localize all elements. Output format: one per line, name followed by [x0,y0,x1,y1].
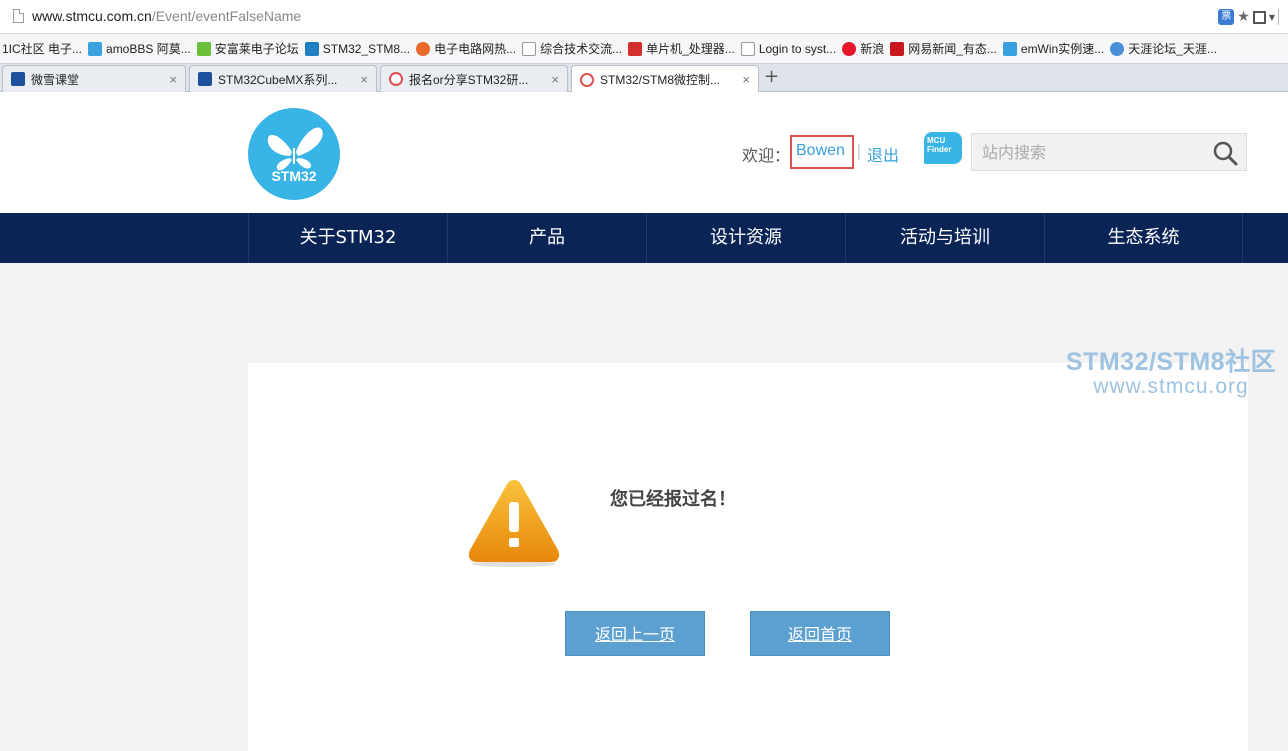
close-icon[interactable]: × [169,72,177,87]
bookmark-label: 电子电路网热... [434,42,517,56]
nav-item-events[interactable]: 活动与培训 [845,213,1044,263]
butterfly-icon [267,127,323,171]
bookmark-label: 新浪 [860,42,885,56]
bookmark-item[interactable]: emWin实例速... [1002,40,1105,57]
st-icon [304,41,319,56]
browser-tab-active[interactable]: STM32/STM8微控制... × [571,65,759,93]
search-box [971,133,1247,171]
close-icon[interactable]: × [551,72,559,87]
leaf-icon [196,41,211,56]
qr-code-icon[interactable] [1252,10,1266,24]
bookmarks-bar: 1IC社区 电子... amoBBS 阿莫... 安富莱电子论坛 STM32_S… [0,34,1288,64]
logo-text: STM32 [271,168,317,184]
mcu-finder-icon[interactable]: MCU Finder [924,132,962,164]
ee-icon [628,41,643,56]
tab-title: 微雪课堂 [31,72,80,87]
mcu-finder-line2: Finder [927,145,952,154]
browser-tab[interactable]: STM32CubeMX系列... × [189,65,377,92]
site-header: STM32 欢迎： Bowen | 退出 MCU Finder [0,92,1288,213]
welcome-label: 欢迎： [742,146,791,165]
tab-strip: 微雪课堂 × STM32CubeMX系列... × 报名or分享STM32研..… [0,64,1288,93]
back-button[interactable]: 返回上一页 [565,611,705,656]
amo-icon [88,41,103,56]
url-host: www.stmcu.com.cn [32,8,152,24]
waveshare-icon [198,72,212,86]
bookmark-label: emWin实例速... [1020,42,1105,56]
circuit-icon [416,41,431,56]
netease-icon [890,41,905,56]
bookmark-item[interactable]: 网易新闻_有态... [890,40,997,57]
username-link[interactable]: Bowen [796,142,845,160]
toolbar-divider [1278,9,1288,25]
bookmark-label: 安富莱电子论坛 [214,42,299,56]
bookmark-item[interactable]: STM32_STM8... [304,41,411,56]
nav-item-design-resources[interactable]: 设计资源 [646,213,845,263]
url-path: /Event/eventFalseName [151,8,302,24]
bookmark-item[interactable]: Login to syst... [740,41,837,56]
page-icon [740,41,755,56]
search-input[interactable] [972,134,1202,170]
weibo-icon [842,41,857,56]
bookmark-label: amoBBS 阿莫... [106,42,191,56]
bookmark-label: 1IC社区 电子... [2,42,83,56]
separator: | [856,141,862,160]
bookmark-item[interactable]: 单片机_处理器... [628,40,735,57]
search-icon[interactable] [1212,140,1238,166]
nav-item-ecosystem[interactable]: 生态系统 [1044,213,1243,263]
watermark-url: www.stmcu.org [1093,375,1249,398]
stm32-logo[interactable]: STM32 [248,108,340,200]
tab-title: STM32CubeMX系列... [218,72,338,87]
page-icon [522,41,537,56]
logout-link[interactable]: 退出 [867,142,899,166]
waveshare-icon [11,72,25,86]
bookmark-item[interactable]: 安富莱电子论坛 [196,40,299,57]
bookmark-item[interactable]: 综合技术交流... [522,40,622,57]
address-bar[interactable]: www.stmcu.com.cn/Event/eventFalseName 票 … [0,0,1288,34]
emwin-icon [1002,41,1017,56]
content-panel [248,363,1248,751]
url-field[interactable]: www.stmcu.com.cn/Event/eventFalseName [32,8,301,24]
bookmark-label: Login to syst... [758,41,837,56]
bookmark-item[interactable]: amoBBS 阿莫... [88,40,191,57]
warning-icon [468,480,560,567]
bookmark-item[interactable]: 1IC社区 电子... [2,40,82,57]
tianya-icon [1110,41,1125,56]
bookmark-label: STM32_STM8... [322,41,411,56]
nav-item-about[interactable]: 关于STM32 [248,213,447,263]
ticket-icon[interactable]: 票 [1218,9,1235,25]
main-nav: 关于STM32 产品 设计资源 活动与培训 生态系统 [0,213,1288,263]
home-button[interactable]: 返回首页 [750,611,890,656]
watermark-title: STM32/STM8社区 [1065,348,1277,376]
mcu-finder-line1: MCU [927,136,946,145]
bookmark-label: 单片机_处理器... [646,42,735,56]
bookmark-star-icon[interactable]: ★ [1237,9,1250,25]
address-bar-icons: 票 ★ ▼ [1218,8,1288,26]
chevron-down-icon[interactable]: ▼ [1269,13,1275,22]
browser-tab[interactable]: 报名or分享STM32研... × [380,65,568,92]
nav-item-products[interactable]: 产品 [447,213,646,263]
stmcu-icon [389,72,403,86]
tab-title: 报名or分享STM32研... [409,72,529,87]
watermark: STM32/STM8社区 www.stmcu.org [1054,348,1288,398]
close-icon[interactable]: × [742,72,750,87]
bookmark-label: 网易新闻_有态... [908,42,997,56]
new-tab-button[interactable]: + [764,66,779,87]
browser-tab[interactable]: 微雪课堂 × [2,65,186,92]
page-icon [13,9,24,23]
bookmark-item[interactable]: 天涯论坛_天涯... [1110,40,1217,57]
status-message: 您已经报过名！ [610,489,736,510]
stmcu-icon [580,72,594,87]
bookmark-item[interactable]: 电子电路网热... [416,40,516,57]
bookmark-item[interactable]: 新浪 [842,40,884,57]
bookmark-label: 综合技术交流... [540,42,623,56]
bookmark-label: 天涯论坛_天涯... [1128,42,1217,56]
tab-title: STM32/STM8微控制... [600,73,721,87]
close-icon[interactable]: × [360,72,368,87]
